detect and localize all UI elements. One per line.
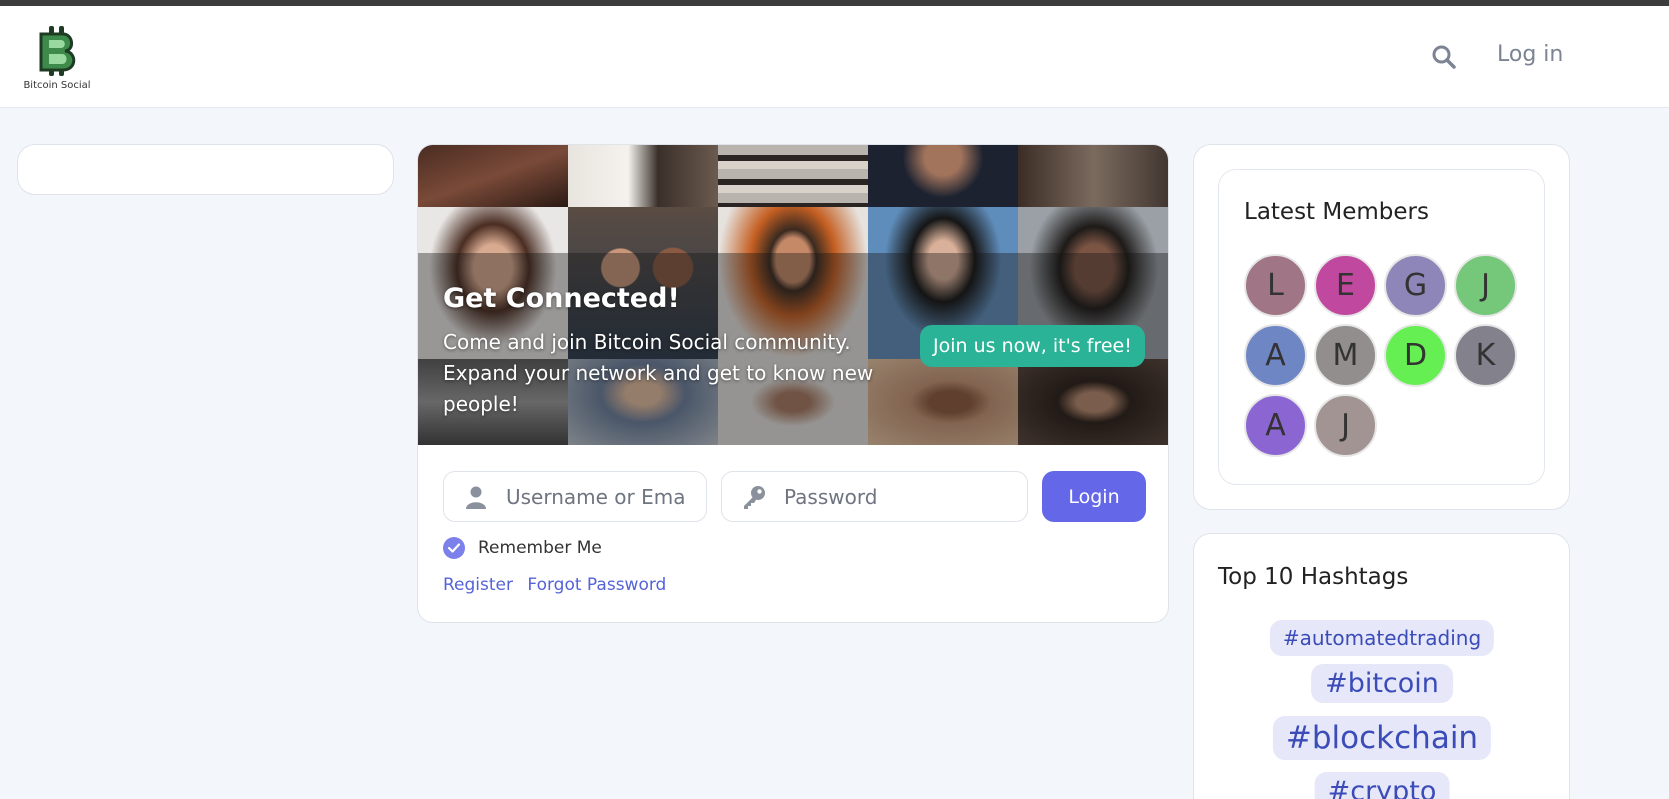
hashtag-crypto[interactable]: #crypto [1314, 772, 1450, 799]
member-avatar[interactable]: D [1384, 324, 1447, 387]
login-link[interactable]: Log in [1497, 42, 1563, 67]
top-hashtags-title: Top 10 Hashtags [1218, 564, 1409, 590]
search-icon[interactable] [1431, 44, 1457, 70]
hero-banner: Get Connected! Come and join Bitcoin Soc… [418, 145, 1168, 445]
member-avatar[interactable]: E [1314, 254, 1377, 317]
latest-members-panel: Latest Members LEGJAMDKAJ [1218, 169, 1545, 485]
remember-checkbox[interactable] [443, 537, 465, 559]
login-button[interactable]: Login [1042, 471, 1146, 522]
member-avatar[interactable]: K [1454, 324, 1517, 387]
key-icon [740, 483, 768, 511]
latest-members-card: Latest Members LEGJAMDKAJ [1193, 144, 1570, 510]
password-field [721, 471, 1028, 522]
photo-tile [418, 145, 568, 207]
hashtag-bitcoin[interactable]: #bitcoin [1311, 664, 1453, 703]
hero-text: Come and join Bitcoin Social community. … [443, 330, 874, 416]
user-icon [462, 483, 490, 511]
member-avatar[interactable]: J [1454, 254, 1517, 317]
member-avatar[interactable]: A [1244, 324, 1307, 387]
top-hashtags-card: Top 10 Hashtags #automatedtrading #bitco… [1193, 533, 1570, 799]
hashtag-blockchain[interactable]: #blockchain [1272, 716, 1492, 760]
bitcoin-logo-icon [39, 26, 76, 76]
photo-tile [868, 145, 1018, 207]
latest-members-title: Latest Members [1244, 199, 1429, 225]
member-avatar[interactable]: A [1244, 394, 1307, 457]
logo-text: Bitcoin Social [23, 80, 91, 91]
check-icon [447, 543, 461, 553]
join-button[interactable]: Join us now, it's free! [920, 325, 1145, 367]
password-input[interactable] [784, 484, 964, 509]
remember-me: Remember Me [443, 537, 602, 559]
hashtag-automatedtrading[interactable]: #automatedtrading [1269, 620, 1495, 656]
register-link[interactable]: Register [443, 575, 513, 595]
photo-tile [1018, 145, 1168, 207]
navbar: Bitcoin Social Log in [0, 6, 1669, 108]
member-avatar[interactable]: G [1384, 254, 1447, 317]
username-input[interactable] [506, 484, 686, 509]
remember-label: Remember Me [478, 538, 602, 558]
photo-tile [718, 145, 868, 207]
forgot-password-link[interactable]: Forgot Password [527, 575, 666, 595]
member-avatar[interactable]: J [1314, 394, 1377, 457]
welcome-card: Get Connected! Come and join Bitcoin Soc… [417, 144, 1169, 623]
hero-title: Get Connected! [443, 283, 680, 314]
left-sidebar-box [17, 144, 394, 195]
username-field [443, 471, 707, 522]
logo[interactable]: Bitcoin Social [22, 24, 92, 98]
auth-links: Register Forgot Password [443, 575, 675, 595]
photo-tile [568, 145, 718, 207]
member-avatar[interactable]: L [1244, 254, 1307, 317]
member-avatar[interactable]: M [1314, 324, 1377, 387]
